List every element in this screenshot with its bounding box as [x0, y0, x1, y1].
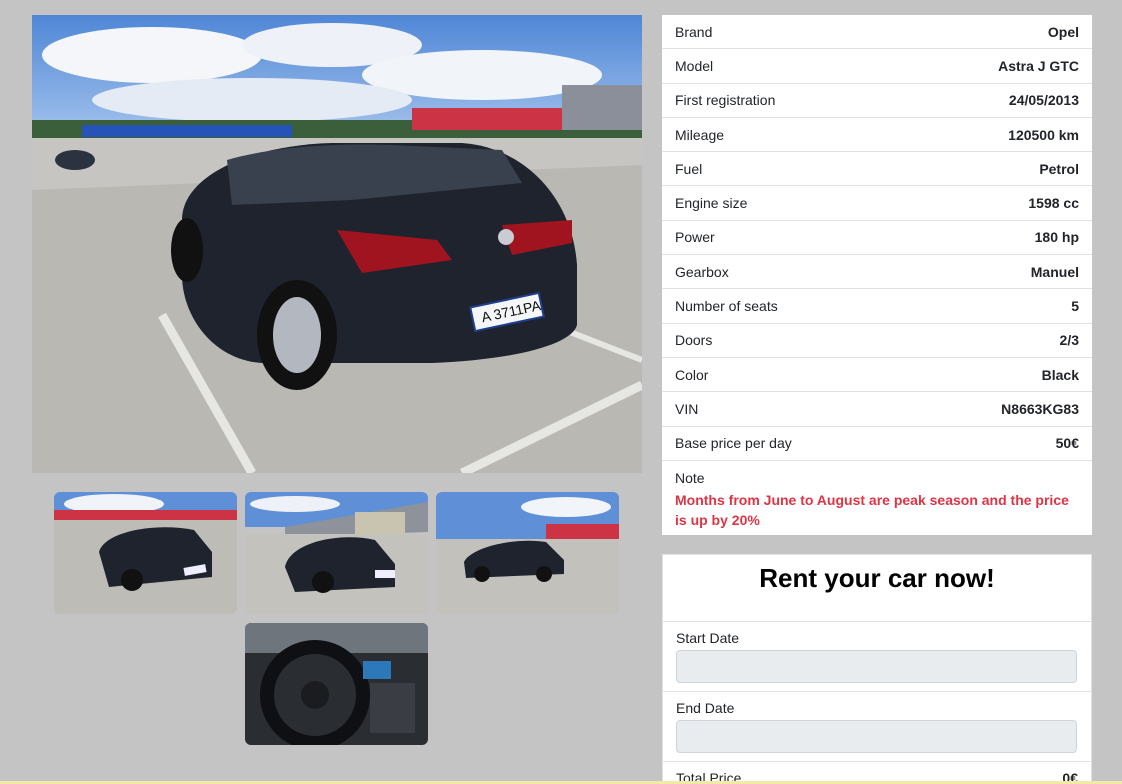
note-row: Note Months from June to August are peak… — [662, 461, 1092, 535]
thumbnail-1[interactable] — [54, 492, 237, 614]
rent-title: Rent your car now! — [663, 555, 1091, 622]
spec-value: N8663KG83 — [1001, 400, 1079, 417]
spec-label: Gearbox — [675, 263, 729, 280]
spec-value: 180 hp — [1034, 229, 1079, 246]
spec-value: Opel — [1047, 23, 1079, 40]
car-specs-table: Brand Opel Model Astra J GTC First registrat… — [662, 15, 1092, 535]
spec-value: 5 — [1071, 298, 1079, 315]
spec-label: Engine size — [675, 195, 748, 212]
spec-label: Brand — [675, 23, 713, 40]
start-date-label: Start Date — [676, 630, 740, 646]
start-date-input[interactable] — [676, 650, 1077, 683]
spec-value: Astra J GTC — [998, 57, 1079, 74]
spec-row-number-of-seats: Number of seats 5 — [662, 289, 1092, 324]
note-label: Note — [675, 469, 705, 486]
spec-row-base-price-per-day: Base price per day 50€ — [662, 427, 1092, 461]
spec-value: 120500 km — [1008, 126, 1079, 143]
spec-label: Color — [675, 366, 709, 383]
spec-row-vin: VIN N8663KG83 — [662, 392, 1092, 427]
peak-season-note: Months from June to August are peak seas… — [675, 491, 1069, 528]
spec-label: Number of seats — [675, 298, 778, 315]
end-date-input[interactable] — [676, 720, 1077, 753]
spec-label: Fuel — [675, 160, 703, 177]
spec-value: 24/05/2013 — [1008, 92, 1079, 109]
rent-form: Rent your car now! Start Date End Date T… — [662, 554, 1092, 784]
spec-value: 1598 cc — [1028, 195, 1079, 212]
spec-row-power: Power 180 hp — [662, 221, 1092, 256]
spec-row-mileage: Mileage 120500 km — [662, 118, 1092, 153]
thumbnail-2[interactable] — [245, 492, 428, 614]
end-date-label: End Date — [676, 700, 735, 716]
spec-value: Petrol — [1039, 160, 1079, 177]
spec-row-model: Model Astra J GTC — [662, 49, 1092, 84]
spec-label: First registration — [675, 92, 776, 109]
end-date-group: End Date — [663, 692, 1091, 762]
thumbnail-4[interactable] — [245, 623, 428, 745]
spec-value: Black — [1041, 366, 1079, 383]
thumbnail-3[interactable] — [436, 492, 619, 614]
spec-label: Base price per day — [675, 435, 792, 452]
spec-label: Model — [675, 57, 714, 74]
spec-row-color: Color Black — [662, 358, 1092, 393]
spec-label: Power — [675, 229, 715, 246]
spec-row-gearbox: Gearbox Manuel — [662, 255, 1092, 290]
spec-row-first-registration: First registration 24/05/2013 — [662, 84, 1092, 118]
spec-value: 2/3 — [1059, 332, 1079, 349]
spec-row-brand: Brand Opel — [662, 15, 1092, 50]
spec-row-fuel: Fuel Petrol — [662, 152, 1092, 187]
start-date-group: Start Date — [663, 622, 1091, 692]
spec-value: 50€ — [1055, 435, 1079, 452]
spec-label: Mileage — [675, 126, 725, 143]
spec-row-doors: Doors 2/3 — [662, 324, 1092, 358]
spec-row-engine-size: Engine size 1598 cc — [662, 186, 1092, 221]
spec-value: Manuel — [1030, 263, 1079, 280]
main-car-photo[interactable]: A 3711PA — [32, 15, 642, 473]
spec-label: Doors — [675, 332, 713, 349]
spec-label: VIN — [675, 400, 699, 417]
